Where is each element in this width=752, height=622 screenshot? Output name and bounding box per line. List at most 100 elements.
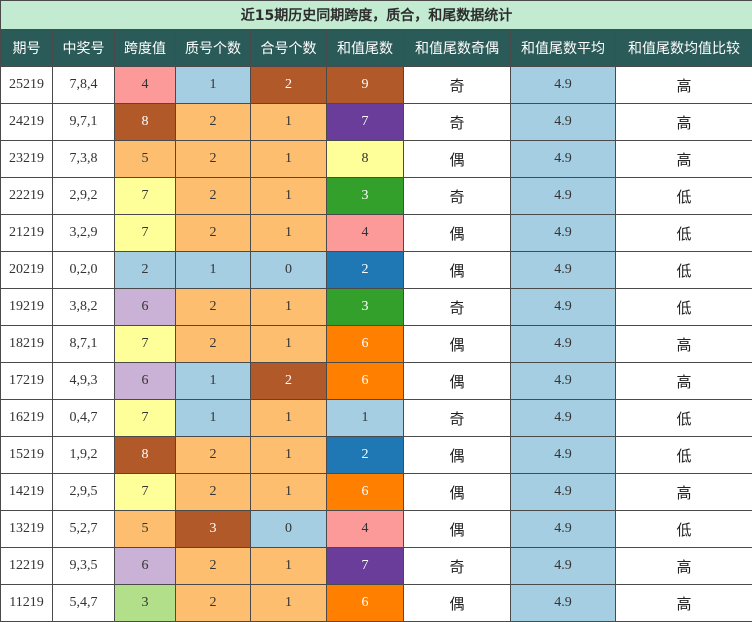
cell-composite-count: 1 xyxy=(251,326,327,363)
cell-span: 6 xyxy=(115,363,176,400)
cell-sum-tail: 3 xyxy=(327,178,404,215)
header-tail-average: 和值尾数平均 xyxy=(511,30,616,67)
cell-prime-count: 3 xyxy=(176,511,251,548)
cell-sum-tail: 7 xyxy=(327,548,404,585)
cell-span: 7 xyxy=(115,400,176,437)
stats-table: 近15期历史同期跨度，质合，和尾数据统计 期号 中奖号 跨度值 质号个数 合号个… xyxy=(0,0,752,622)
cell-average-compare: 高 xyxy=(616,141,752,178)
table-row: 162190,4,77111奇4.9低 xyxy=(1,400,752,437)
cell-composite-count: 1 xyxy=(251,400,327,437)
cell-average-compare: 低 xyxy=(616,215,752,252)
cell-tail-parity: 奇 xyxy=(404,104,511,141)
cell-span: 5 xyxy=(115,141,176,178)
cell-issue: 21219 xyxy=(1,215,53,252)
cell-tail-parity: 奇 xyxy=(404,548,511,585)
cell-tail-parity: 偶 xyxy=(404,252,511,289)
cell-span: 8 xyxy=(115,104,176,141)
table-row: 202190,2,02102偶4.9低 xyxy=(1,252,752,289)
cell-composite-count: 1 xyxy=(251,585,327,622)
cell-prime-count: 1 xyxy=(176,400,251,437)
cell-sum-tail: 6 xyxy=(327,326,404,363)
cell-sum-tail: 2 xyxy=(327,252,404,289)
cell-prime-count: 1 xyxy=(176,67,251,104)
cell-tail-average: 4.9 xyxy=(511,67,616,104)
cell-sum-tail: 6 xyxy=(327,585,404,622)
table-row: 112195,4,73216偶4.9高 xyxy=(1,585,752,622)
header-tail-parity: 和值尾数奇偶 xyxy=(404,30,511,67)
cell-prime-count: 2 xyxy=(176,104,251,141)
table-row: 212193,2,97214偶4.9低 xyxy=(1,215,752,252)
cell-tail-parity: 偶 xyxy=(404,585,511,622)
cell-span: 4 xyxy=(115,67,176,104)
header-span: 跨度值 xyxy=(115,30,176,67)
cell-tail-average: 4.9 xyxy=(511,400,616,437)
cell-average-compare: 高 xyxy=(616,326,752,363)
cell-tail-parity: 奇 xyxy=(404,400,511,437)
cell-composite-count: 1 xyxy=(251,141,327,178)
cell-composite-count: 1 xyxy=(251,437,327,474)
cell-tail-average: 4.9 xyxy=(511,141,616,178)
cell-span: 6 xyxy=(115,289,176,326)
cell-sum-tail: 8 xyxy=(327,141,404,178)
cell-issue: 12219 xyxy=(1,548,53,585)
table-row: 172194,9,36126偶4.9高 xyxy=(1,363,752,400)
cell-composite-count: 2 xyxy=(251,67,327,104)
cell-composite-count: 1 xyxy=(251,474,327,511)
cell-prime-count: 2 xyxy=(176,326,251,363)
header-numbers: 中奖号 xyxy=(53,30,115,67)
cell-tail-parity: 偶 xyxy=(404,141,511,178)
cell-average-compare: 高 xyxy=(616,67,752,104)
cell-prime-count: 2 xyxy=(176,585,251,622)
cell-span: 7 xyxy=(115,178,176,215)
table-row: 242199,7,18217奇4.9高 xyxy=(1,104,752,141)
cell-issue: 16219 xyxy=(1,400,53,437)
cell-average-compare: 低 xyxy=(616,289,752,326)
cell-average-compare: 高 xyxy=(616,474,752,511)
cell-sum-tail: 6 xyxy=(327,474,404,511)
cell-tail-average: 4.9 xyxy=(511,511,616,548)
cell-span: 7 xyxy=(115,215,176,252)
cell-tail-average: 4.9 xyxy=(511,363,616,400)
cell-tail-parity: 偶 xyxy=(404,363,511,400)
cell-sum-tail: 4 xyxy=(327,215,404,252)
cell-composite-count: 0 xyxy=(251,511,327,548)
cell-tail-parity: 奇 xyxy=(404,67,511,104)
cell-numbers: 9,3,5 xyxy=(53,548,115,585)
cell-average-compare: 低 xyxy=(616,400,752,437)
cell-composite-count: 2 xyxy=(251,363,327,400)
table-row: 182198,7,17216偶4.9高 xyxy=(1,326,752,363)
cell-average-compare: 高 xyxy=(616,548,752,585)
cell-tail-average: 4.9 xyxy=(511,104,616,141)
cell-numbers: 9,7,1 xyxy=(53,104,115,141)
cell-average-compare: 高 xyxy=(616,104,752,141)
cell-composite-count: 1 xyxy=(251,178,327,215)
cell-tail-average: 4.9 xyxy=(511,548,616,585)
cell-composite-count: 1 xyxy=(251,289,327,326)
cell-average-compare: 高 xyxy=(616,585,752,622)
cell-numbers: 5,2,7 xyxy=(53,511,115,548)
cell-prime-count: 2 xyxy=(176,474,251,511)
cell-issue: 24219 xyxy=(1,104,53,141)
cell-tail-parity: 偶 xyxy=(404,437,511,474)
table-row: 232197,3,85218偶4.9高 xyxy=(1,141,752,178)
cell-composite-count: 1 xyxy=(251,215,327,252)
header-issue: 期号 xyxy=(1,30,53,67)
cell-tail-average: 4.9 xyxy=(511,585,616,622)
cell-tail-average: 4.9 xyxy=(511,326,616,363)
cell-tail-average: 4.9 xyxy=(511,474,616,511)
cell-numbers: 3,8,2 xyxy=(53,289,115,326)
cell-issue: 17219 xyxy=(1,363,53,400)
cell-average-compare: 高 xyxy=(616,363,752,400)
cell-sum-tail: 4 xyxy=(327,511,404,548)
cell-tail-average: 4.9 xyxy=(511,252,616,289)
cell-tail-parity: 奇 xyxy=(404,289,511,326)
header-row: 期号 中奖号 跨度值 质号个数 合号个数 和值尾数 和值尾数奇偶 和值尾数平均 … xyxy=(1,30,752,67)
cell-span: 7 xyxy=(115,474,176,511)
cell-sum-tail: 7 xyxy=(327,104,404,141)
cell-tail-average: 4.9 xyxy=(511,215,616,252)
cell-sum-tail: 6 xyxy=(327,363,404,400)
cell-tail-average: 4.9 xyxy=(511,178,616,215)
cell-tail-average: 4.9 xyxy=(511,437,616,474)
cell-tail-parity: 偶 xyxy=(404,511,511,548)
cell-composite-count: 1 xyxy=(251,548,327,585)
